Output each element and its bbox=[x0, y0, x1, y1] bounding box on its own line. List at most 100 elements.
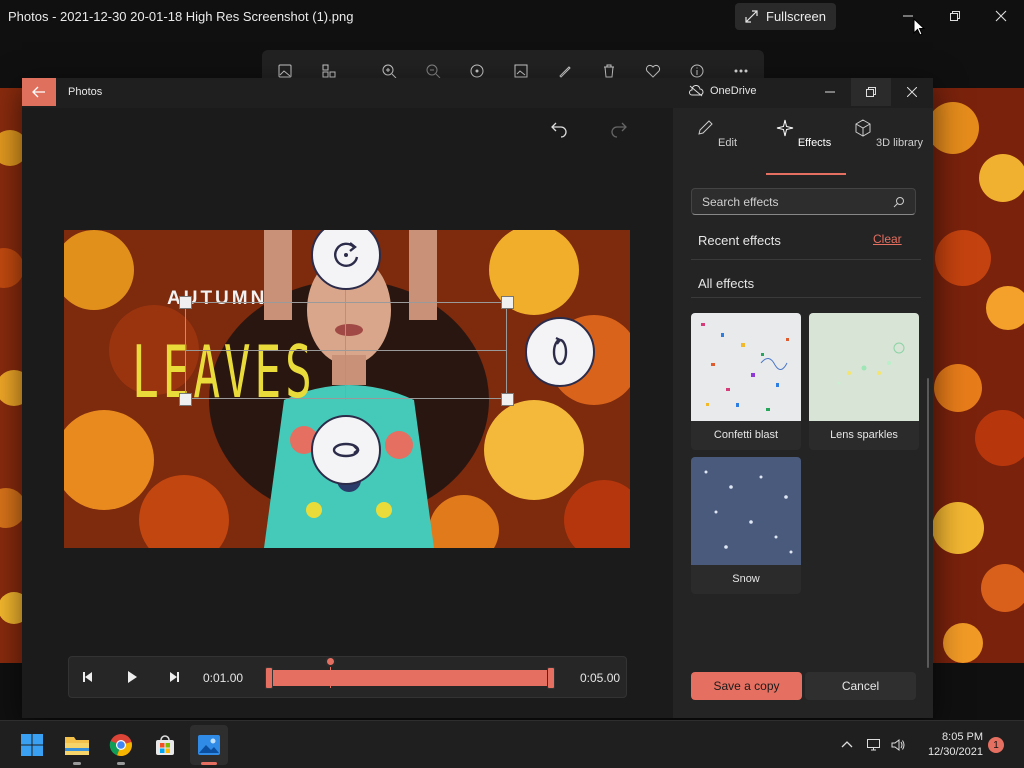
all-effects-heading: All effects bbox=[698, 276, 755, 291]
confetti-thumbnail bbox=[691, 313, 801, 421]
selection-center-line bbox=[345, 290, 346, 400]
timeline-track[interactable] bbox=[269, 656, 553, 688]
viewer-titlebar: Photos - 2021-12-30 20-01-18 High Res Sc… bbox=[0, 0, 1024, 36]
trim-start-handle[interactable] bbox=[265, 667, 273, 689]
editor-minimize-button[interactable] bbox=[810, 78, 850, 106]
rotate-vertical-icon bbox=[552, 337, 568, 366]
minimize-icon bbox=[825, 91, 835, 93]
effect-confetti-blast[interactable]: Confetti blast bbox=[691, 313, 801, 450]
restore-icon bbox=[950, 11, 960, 21]
snow-thumbnail bbox=[691, 457, 801, 565]
restore-icon bbox=[866, 87, 876, 97]
taskbar: 8:05 PM 12/30/2021 1 bbox=[0, 720, 1024, 768]
chrome-icon bbox=[109, 734, 132, 757]
fullscreen-button[interactable]: Fullscreen bbox=[735, 3, 836, 30]
active-indicator bbox=[201, 762, 217, 765]
viewer-restore-button[interactable] bbox=[935, 3, 975, 29]
effect-snow[interactable]: Snow bbox=[691, 457, 801, 594]
resize-handle-bottom-left[interactable] bbox=[179, 393, 192, 406]
viewer-title: Photos - 2021-12-30 20-01-18 High Res Sc… bbox=[8, 9, 354, 24]
trim-end-handle[interactable] bbox=[547, 667, 555, 689]
file-explorer-button[interactable] bbox=[63, 731, 91, 759]
back-button[interactable] bbox=[22, 78, 56, 106]
search-effects-input[interactable]: Search effects bbox=[691, 188, 916, 215]
lens-sparkles-thumbnail bbox=[809, 313, 919, 421]
pencil-icon bbox=[698, 120, 713, 135]
photos-app-icon bbox=[198, 735, 220, 755]
mouse-cursor-icon bbox=[913, 18, 925, 36]
clock-time: 8:05 PM bbox=[942, 731, 983, 743]
store-bag-icon bbox=[156, 735, 174, 755]
playhead-handle[interactable] bbox=[325, 656, 336, 667]
next-frame-icon[interactable] bbox=[167, 670, 181, 684]
windows-logo-icon bbox=[21, 734, 43, 756]
play-icon[interactable] bbox=[125, 670, 139, 684]
effect-lens-sparkles[interactable]: Lens sparkles bbox=[809, 313, 919, 450]
network-icon[interactable] bbox=[866, 737, 882, 753]
effect-label: Snow bbox=[732, 573, 760, 585]
onedrive-status[interactable]: OneDrive bbox=[688, 85, 756, 97]
resize-handle-top-left[interactable] bbox=[179, 296, 192, 309]
background-photo-right bbox=[933, 88, 1024, 663]
tab-3d-library[interactable]: 3D library bbox=[846, 118, 930, 149]
tab-3d-library-label: 3D library bbox=[875, 137, 924, 149]
editor-maximize-button[interactable] bbox=[851, 78, 891, 106]
active-tab-indicator bbox=[766, 173, 846, 175]
rotate-y-handle[interactable] bbox=[525, 317, 595, 387]
editor-close-button[interactable] bbox=[892, 78, 932, 106]
edited-image[interactable]: AUTUMN LEAVES bbox=[64, 230, 630, 548]
viewer-close-button[interactable] bbox=[981, 3, 1021, 29]
timeline-bar: 0:01.00 0:05.00 bbox=[68, 656, 627, 698]
tab-effects-label: Effects bbox=[797, 137, 832, 149]
current-time: 0:01.00 bbox=[203, 671, 244, 685]
cancel-button[interactable]: Cancel bbox=[805, 672, 916, 700]
search-placeholder: Search effects bbox=[702, 195, 779, 209]
tab-edit[interactable]: Edit bbox=[674, 118, 758, 149]
save-copy-button[interactable]: Save a copy bbox=[691, 672, 802, 700]
rotate-x-handle[interactable] bbox=[311, 415, 381, 485]
sparkle-icon bbox=[776, 119, 793, 137]
rotate-horizontal-icon bbox=[332, 442, 360, 458]
system-clock[interactable]: 8:05 PM 12/30/2021 bbox=[921, 730, 983, 760]
close-icon bbox=[907, 87, 917, 97]
divider bbox=[691, 259, 921, 260]
canvas-area: AUTUMN LEAVES 0:01.00 0:05.00 bbox=[22, 108, 673, 718]
photos-button[interactable] bbox=[195, 731, 223, 759]
running-indicator bbox=[117, 762, 125, 765]
tab-effects[interactable]: Effects bbox=[761, 118, 845, 149]
redo-icon[interactable] bbox=[610, 120, 628, 138]
effect-label: Lens sparkles bbox=[830, 429, 898, 441]
previous-frame-icon[interactable] bbox=[81, 670, 95, 684]
end-time: 0:05.00 bbox=[580, 671, 621, 685]
fullscreen-label: Fullscreen bbox=[766, 9, 826, 24]
expand-icon bbox=[745, 10, 758, 23]
onedrive-label: OneDrive bbox=[710, 85, 757, 97]
folder-icon bbox=[65, 737, 89, 755]
notification-badge[interactable]: 1 bbox=[988, 737, 1004, 753]
editor-titlebar: Photos OneDrive bbox=[22, 78, 933, 108]
arrow-left-icon bbox=[32, 86, 45, 98]
cloud-off-icon bbox=[689, 85, 704, 97]
clock-date: 12/30/2021 bbox=[927, 746, 983, 758]
rotate-icon bbox=[334, 242, 359, 267]
effects-panel: Edit Effects 3D library Search effects R… bbox=[673, 108, 933, 718]
search-icon[interactable] bbox=[893, 196, 905, 208]
undo-icon[interactable] bbox=[550, 120, 568, 138]
store-button[interactable] bbox=[151, 731, 179, 759]
cube-icon bbox=[855, 119, 871, 137]
recent-effects-heading: Recent effects bbox=[698, 233, 781, 248]
divider bbox=[691, 297, 921, 298]
close-icon bbox=[995, 10, 1007, 22]
volume-icon[interactable] bbox=[890, 737, 906, 753]
running-indicator bbox=[73, 762, 81, 765]
background-photo-left bbox=[0, 88, 22, 663]
panel-scrollbar[interactable] bbox=[927, 378, 929, 668]
start-button[interactable] bbox=[18, 731, 46, 759]
chevron-up-icon[interactable] bbox=[839, 737, 855, 753]
resize-handle-top-right[interactable] bbox=[501, 296, 514, 309]
chrome-button[interactable] bbox=[107, 731, 135, 759]
editor-app-name: Photos bbox=[68, 86, 103, 98]
resize-handle-bottom-right[interactable] bbox=[501, 393, 514, 406]
clear-recent-link[interactable]: Clear bbox=[873, 232, 902, 246]
selection-midline bbox=[185, 350, 507, 351]
